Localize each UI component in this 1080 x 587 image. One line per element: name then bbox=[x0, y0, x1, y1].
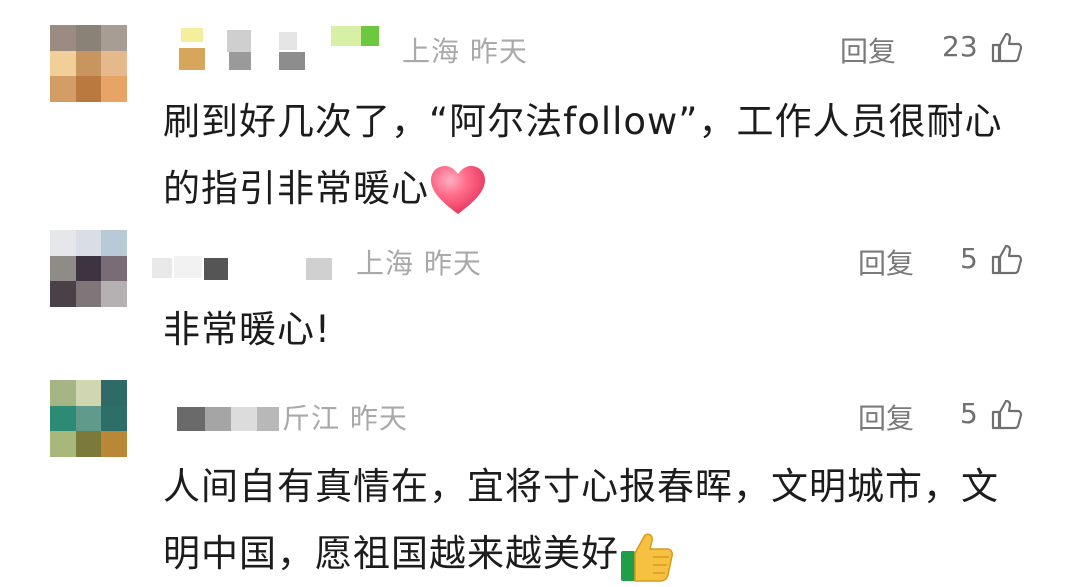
reply-button[interactable]: 回复 bbox=[858, 242, 914, 282]
comment-text: 非常暖心! bbox=[163, 296, 1033, 363]
location-time: 斤江 昨天 bbox=[282, 402, 408, 435]
like-count: 5 bbox=[960, 242, 978, 275]
username-blurred[interactable] bbox=[175, 401, 285, 441]
comment-body: 非常暖心! bbox=[163, 308, 331, 351]
heart-emoji bbox=[431, 165, 485, 214]
username-blurred[interactable] bbox=[175, 24, 385, 70]
thumbs-up-outline-icon[interactable] bbox=[990, 30, 1024, 64]
avatar[interactable] bbox=[50, 230, 127, 307]
username-blurred[interactable] bbox=[150, 246, 340, 286]
reply-button[interactable]: 回复 bbox=[858, 397, 914, 437]
like-count: 5 bbox=[960, 397, 978, 430]
location-time: 上海 昨天 bbox=[356, 247, 482, 280]
avatar[interactable] bbox=[50, 380, 127, 457]
thumbs-up-outline-icon[interactable] bbox=[990, 242, 1024, 276]
comment-item: 斤江 昨天 回复 5 人间自有真情在，宜将寸心报春晖，文明城市，文明中国，愿祖国… bbox=[0, 375, 1080, 584]
like-count: 23 bbox=[942, 30, 978, 63]
location-time: 上海 昨天 bbox=[402, 35, 528, 68]
reply-button[interactable]: 回复 bbox=[840, 30, 896, 70]
comment-text: 人间自有真情在，宜将寸心报春晖，文明城市，文明中国，愿祖国越来越美好 bbox=[163, 453, 1033, 587]
comment-body: 人间自有真情在，宜将寸心报春晖，文明城市，文明中国，愿祖国越来越美好 bbox=[163, 465, 999, 575]
avatar[interactable] bbox=[50, 25, 127, 102]
comment-item: 上海 昨天 回复 23 刷到好几次了，“阿尔法follow”，工作人员很耐心的指… bbox=[0, 0, 1080, 220]
thumbs-up-emoji bbox=[621, 533, 673, 582]
comment-item: 上海 昨天 回复 5 非常暖心! bbox=[0, 220, 1080, 375]
comment-body: 刷到好几次了，“阿尔法follow”，工作人员很耐心的指引非常暖心 bbox=[163, 100, 1003, 210]
comment-text: 刷到好几次了，“阿尔法follow”，工作人员很耐心的指引非常暖心 bbox=[163, 88, 1033, 222]
thumbs-up-outline-icon[interactable] bbox=[990, 397, 1024, 431]
